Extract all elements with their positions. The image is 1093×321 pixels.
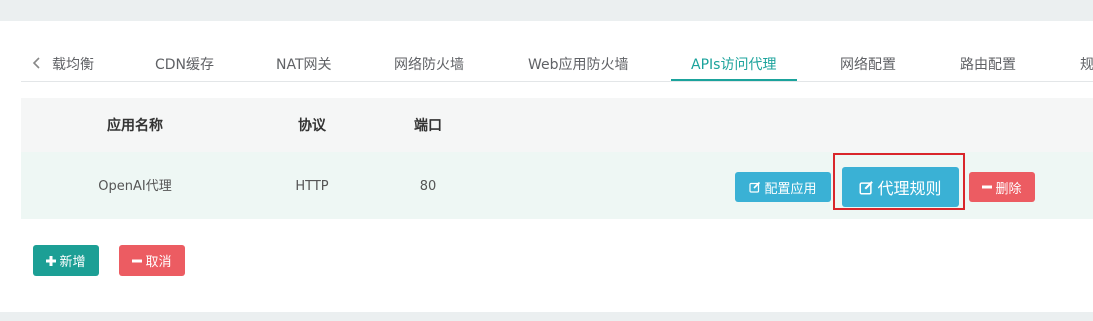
configure-app-button[interactable]: 配置应用 bbox=[735, 172, 831, 202]
tab-load-balancer[interactable]: 载均衡 bbox=[52, 56, 94, 74]
cell-protocol: HTTP bbox=[295, 179, 329, 194]
minus-icon bbox=[132, 256, 143, 266]
tab-nat-gateway[interactable]: NAT网关 bbox=[276, 56, 332, 74]
column-header-app-name: 应用名称 bbox=[107, 118, 163, 134]
table-header bbox=[21, 98, 1093, 152]
tab-network-firewall[interactable]: 网络防火墙 bbox=[394, 56, 464, 74]
cell-app-name: OpenAI代理 bbox=[98, 179, 172, 194]
active-tab-indicator bbox=[671, 79, 797, 81]
cancel-label: 取消 bbox=[145, 255, 172, 270]
delete-label: 删除 bbox=[995, 181, 1022, 197]
plus-icon bbox=[46, 255, 57, 266]
tab-web-app-firewall[interactable]: Web应用防火墙 bbox=[528, 56, 629, 74]
add-button[interactable]: 新增 bbox=[33, 245, 99, 276]
configure-app-label: 配置应用 bbox=[764, 181, 817, 197]
delete-button[interactable]: 删除 bbox=[969, 172, 1035, 202]
tab-network-config[interactable]: 网络配置 bbox=[840, 56, 896, 74]
tab-rules[interactable]: 规 bbox=[1080, 56, 1093, 74]
tab-route-config[interactable]: 路由配置 bbox=[960, 56, 1016, 74]
chevron-left-icon[interactable] bbox=[32, 56, 42, 75]
minus-icon bbox=[982, 182, 993, 192]
column-header-protocol: 协议 bbox=[298, 118, 326, 134]
add-label: 新增 bbox=[59, 255, 86, 270]
column-header-port: 端口 bbox=[414, 118, 442, 134]
cancel-button[interactable]: 取消 bbox=[119, 245, 185, 276]
cell-port: 80 bbox=[419, 179, 437, 194]
tab-cdn-cache[interactable]: CDN缓存 bbox=[155, 56, 214, 74]
edit-icon bbox=[749, 181, 761, 193]
tab-apis-access-proxy[interactable]: APIs访问代理 bbox=[691, 56, 776, 74]
highlight-box bbox=[833, 153, 965, 210]
